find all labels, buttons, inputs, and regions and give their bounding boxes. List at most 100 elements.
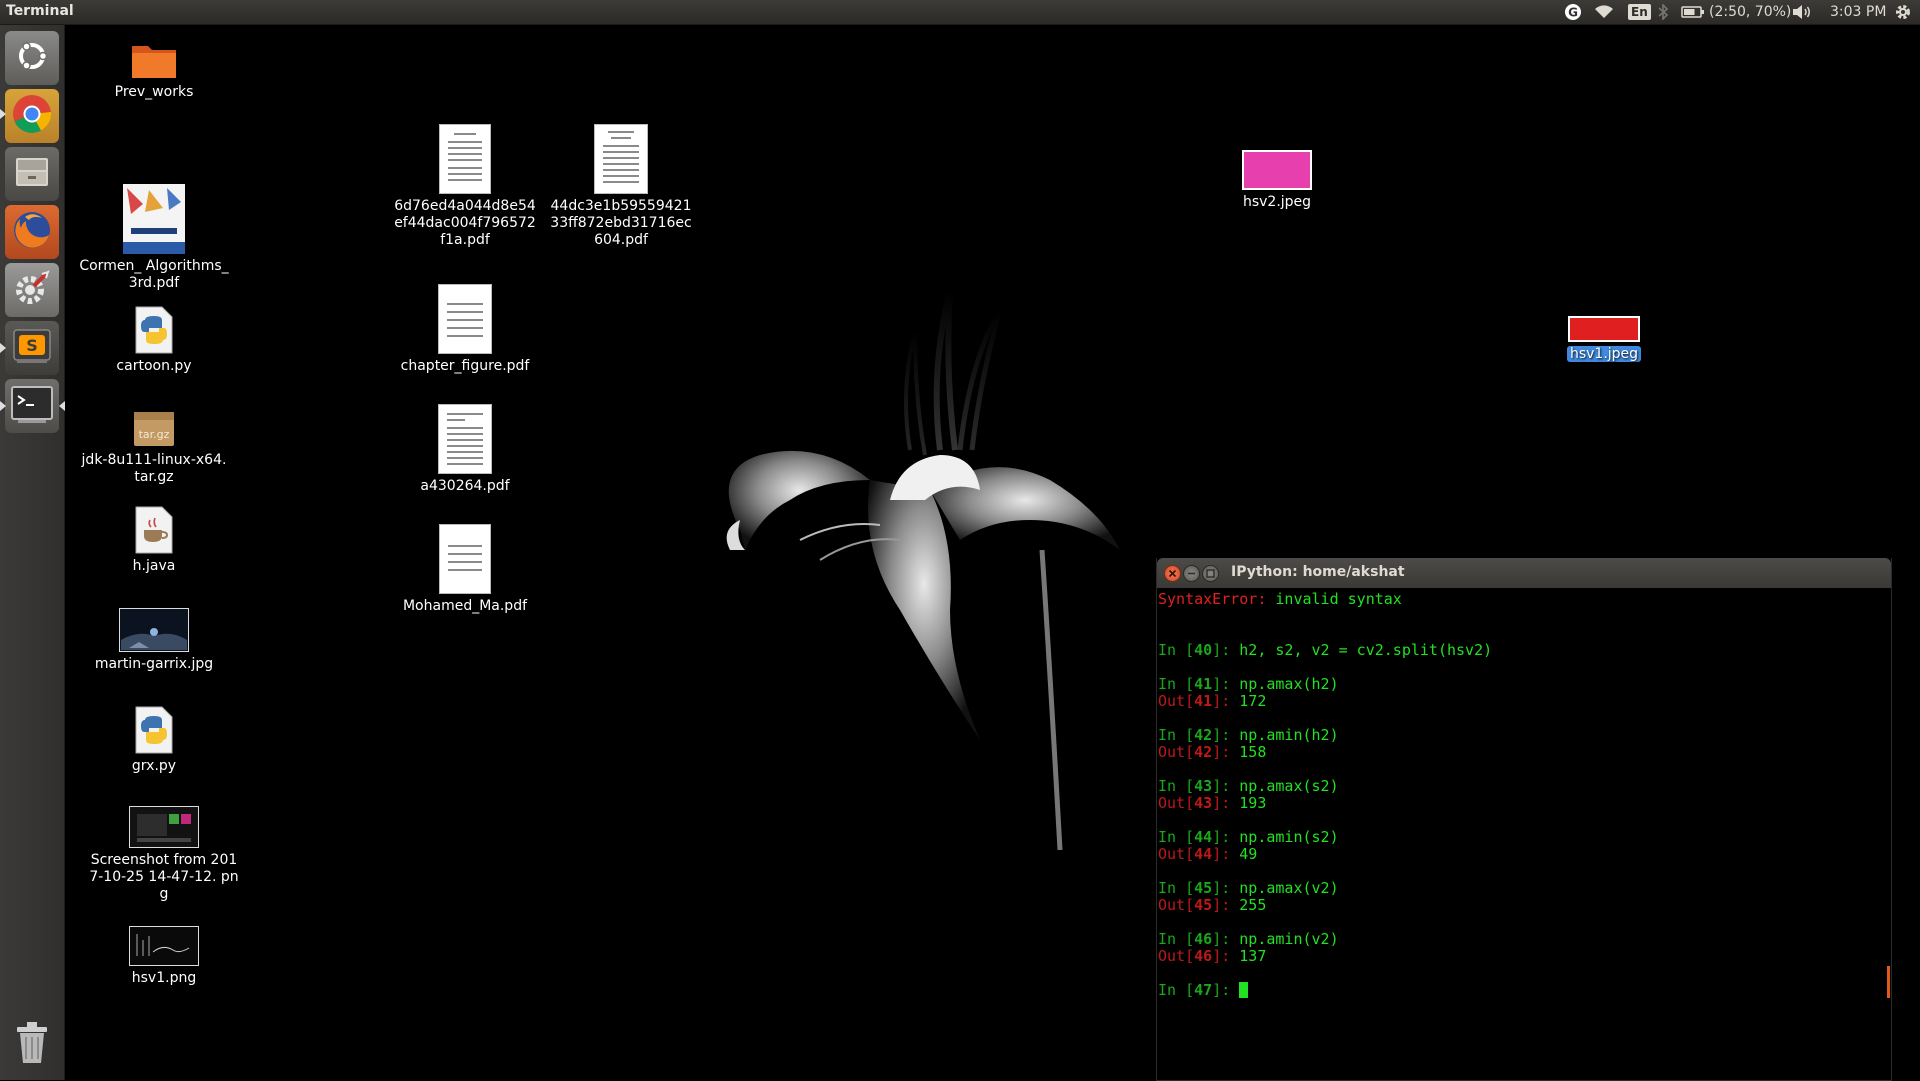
gear-icon [1894,3,1912,21]
sound-indicator[interactable] [1792,0,1814,24]
output-line: Out[41]: 172 [1158,693,1266,710]
minimize-button[interactable] [1183,565,1200,582]
cell-number: 44 [1194,845,1213,863]
files-icon [12,152,52,196]
cell-number: 41 [1194,675,1213,693]
settings-icon [12,268,52,312]
chrome-icon [11,93,53,139]
in-prompt-close: ]: [1212,726,1240,744]
running-indicator [0,109,6,119]
bluetooth-indicator[interactable] [1658,0,1668,24]
in-prompt-open: In [ [1158,726,1195,744]
in-prompt-open: In [ [1158,879,1195,897]
java-file-icon [79,506,229,554]
input-line: In [43]: np.amax(s2) [1158,778,1339,795]
desktop-icon-hsv1-jpeg[interactable]: hsv1.jpeg [1529,316,1679,363]
cell-number: 43 [1194,777,1213,795]
launcher-sublime[interactable]: S [5,321,59,375]
launcher-chrome[interactable] [5,89,59,143]
cell-input: np.amin(h2) [1239,726,1339,744]
desktop-icon-grx-py[interactable]: grx.py [79,706,229,775]
output-line: Out[45]: 255 [1158,897,1266,914]
desktop-icon-martin-garrix-jpg[interactable]: martin-garrix.jpg [79,608,229,673]
in-prompt-close: ]: [1212,930,1240,948]
launcher-settings[interactable] [5,263,59,317]
launcher-dash[interactable] [5,31,59,85]
desktop-icon-label: h.java [132,558,176,574]
desktop-icon-cormen-pdf[interactable]: Cormen_ Algorithms_3rd.pdf [79,184,229,292]
scrollbar-indicator[interactable] [1887,966,1890,998]
session-menu[interactable] [1894,0,1912,24]
desktop-icon-mohamed-ma-pdf[interactable]: Mohamed_Ma.pdf [390,524,540,615]
desktop-icon-cartoon-py[interactable]: cartoon.py [79,306,229,375]
g-indicator[interactable]: G [1564,0,1582,24]
launcher: S [0,25,65,1080]
cell-number: 40 [1194,641,1213,659]
image-thumbnail [1202,150,1352,190]
firefox-icon [11,209,53,255]
maximize-icon [1203,566,1218,585]
launcher-files[interactable] [5,147,59,201]
network-indicator[interactable] [1594,0,1614,24]
out-prompt-open: Out[ [1158,692,1195,710]
volume-icon [1792,4,1814,20]
desktop-icon-label: Mohamed_Ma.pdf [402,598,528,614]
input-line: In [45]: np.amax(v2) [1158,880,1339,897]
pdf-file-icon [390,404,540,474]
terminal-window[interactable]: IPython: home/akshat SyntaxError: invali… [1156,558,1892,1081]
out-prompt-close: ]: [1212,845,1240,863]
desktop-icon-label: Cormen_ Algorithms_3rd.pdf [79,258,229,291]
desktop-icon-label: 44dc3e1b59559421 33ff872ebd31716ec 604.p… [550,198,692,248]
desktop-icon-h-java[interactable]: h.java [79,506,229,575]
desktop-icon-hsv2-jpeg[interactable]: hsv2.jpeg [1202,150,1352,211]
close-button[interactable] [1164,565,1181,582]
cell-input: np.amax(s2) [1239,777,1339,795]
out-prompt-close: ]: [1212,896,1240,914]
launcher-trash[interactable] [5,1017,59,1071]
desktop-icon-label: 6d76ed4a044d8e54 ef44dac004f796572 f1a.p… [394,198,536,248]
hsv1-swatch [1568,316,1640,342]
desktop-icon-screenshot-png[interactable]: Screenshot from 2017-10-25 14-47-12. png [89,806,239,903]
archive-badge: tar.gz [139,428,170,441]
cell-output: 137 [1239,947,1267,965]
keyboard-layout-indicator[interactable]: En [1628,0,1651,24]
cell-input: np.amax(v2) [1239,879,1339,897]
terminal-titlebar[interactable]: IPython: home/akshat [1157,558,1891,588]
desktop-icon-jdk-tar-gz[interactable]: tar.gz jdk-8u111-linux-x64.tar.gz [79,408,229,486]
out-prompt-open: Out[ [1158,947,1195,965]
battery-indicator[interactable]: (2:50, 70%) [1681,0,1791,24]
launcher-firefox[interactable] [5,205,59,259]
cell-number: 46 [1194,930,1213,948]
image-thumbnail [79,608,229,652]
desktop-icon-chapter-figure-pdf[interactable]: chapter_figure.pdf [390,284,540,375]
cell-number: 44 [1194,828,1213,846]
cell-input: np.amax(h2) [1239,675,1339,693]
desktop-icon-prev-works[interactable]: Prev_works [79,40,229,101]
launcher-terminal[interactable] [5,379,59,433]
in-prompt-close: ]: [1212,828,1240,846]
clock-time: 3:03 PM [1830,4,1887,20]
desktop-icon-a430264-pdf[interactable]: a430264.pdf [390,404,540,495]
cell-output: 193 [1239,794,1267,812]
desktop-icon-hsv1-png[interactable]: hsv1.png [89,926,239,987]
wifi-icon [1594,4,1614,20]
out-prompt-close: ]: [1212,947,1240,965]
desktop-icon-label: chapter_figure.pdf [400,358,530,374]
python-file-icon [79,706,229,754]
clock[interactable]: 3:03 PM [1830,0,1886,24]
input-line: In [42]: np.amin(h2) [1158,727,1339,744]
desktop-icon-44dc-pdf[interactable]: 44dc3e1b59559421 33ff872ebd31716ec 604.p… [546,124,696,249]
desktop-icon-6d76-pdf[interactable]: 6d76ed4a044d8e54 ef44dac004f796572 f1a.p… [390,124,540,249]
desktop-icon-label: Prev_works [114,84,194,100]
input-line: In [41]: np.amax(h2) [1158,676,1339,693]
terminal-output[interactable]: SyntaxError: invalid syntax In [40]: h2, … [1157,591,1891,1080]
maximize-button[interactable] [1202,565,1219,582]
cell-number: 45 [1194,879,1213,897]
book-cover-icon [79,184,229,254]
cursor [1239,982,1249,998]
cell-input: np.amin(v2) [1239,930,1339,948]
in-prompt-close: ]: [1212,777,1240,795]
cell-number: 46 [1194,947,1213,965]
cell-number: 42 [1194,726,1213,744]
image-thumbnail [1529,316,1679,342]
